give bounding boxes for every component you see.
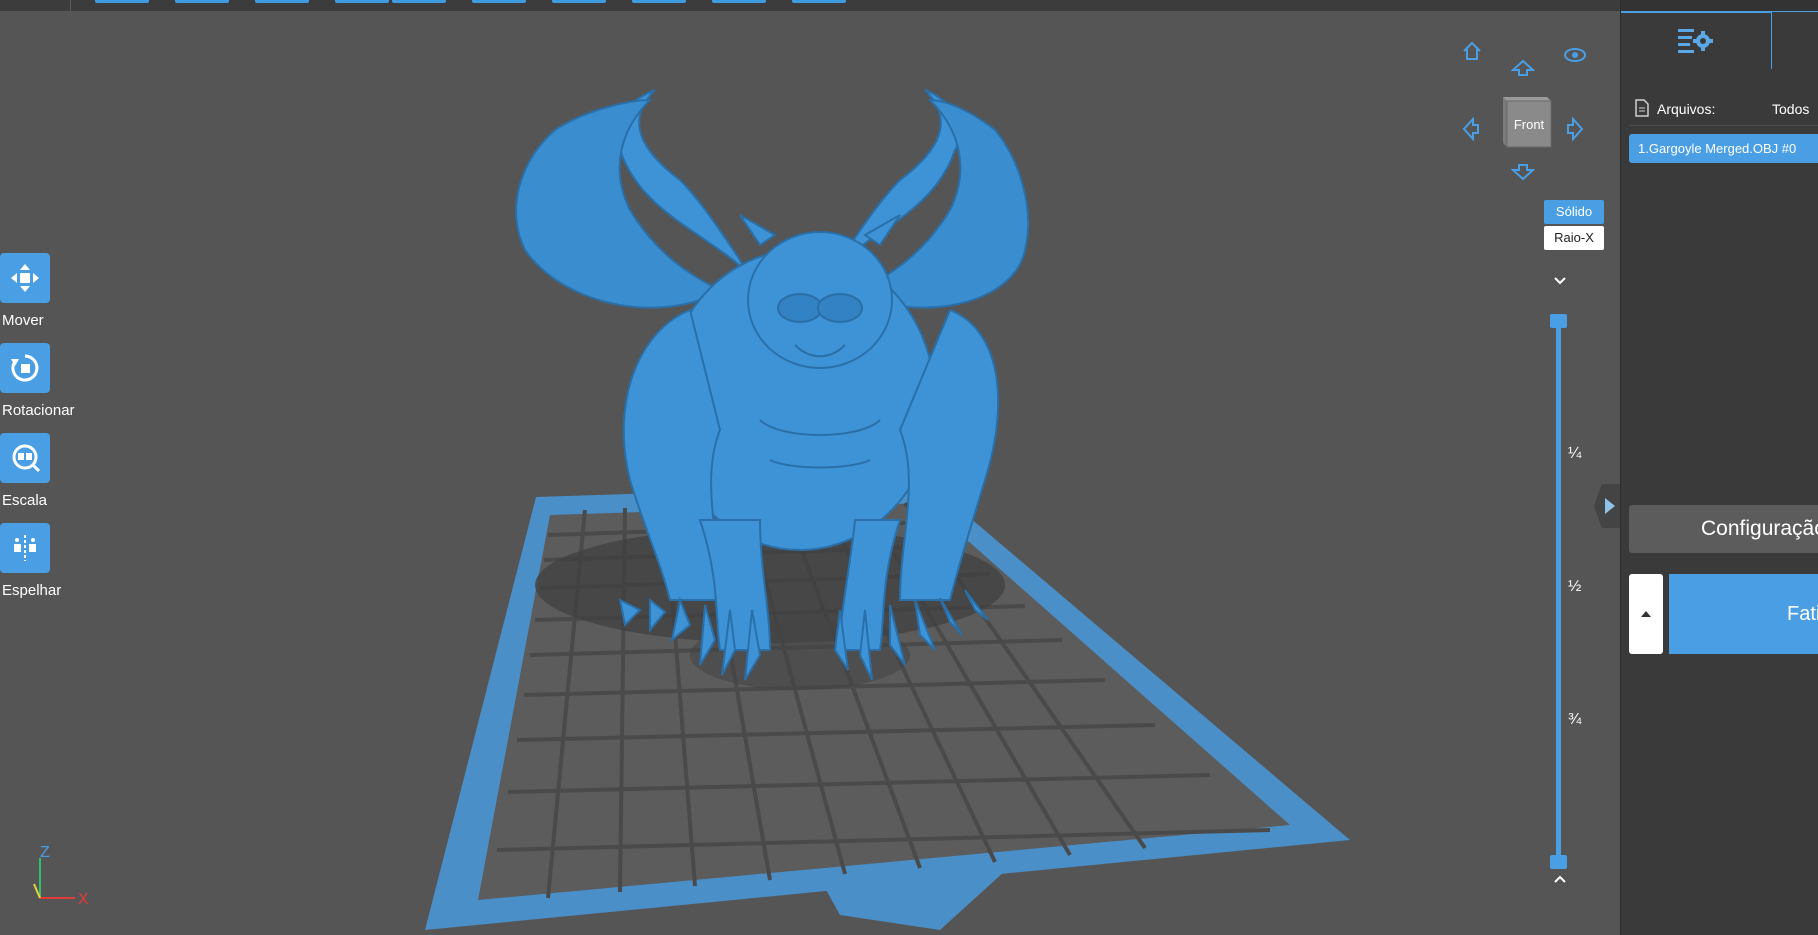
toolbar-tab[interactable] [175,0,229,3]
move-label: Mover [2,312,44,329]
layer-slider-bottom-handle[interactable] [1550,855,1567,869]
slider-tick-half: ½ [1568,578,1582,595]
eye-icon[interactable] [1563,46,1587,64]
file-list-item[interactable]: 1.Gargoyle Merged.OBJ #0 [1629,134,1818,163]
toolbar-separator [70,0,71,11]
view-up-arrow-icon[interactable] [1511,59,1535,77]
scene-canvas [425,89,1350,930]
slider-tick-three-quarter: ¾ [1568,711,1582,728]
move-icon [11,264,39,292]
rotate-label: Rotacionar [2,402,75,419]
divider [1629,125,1818,126]
mirror-button[interactable] [0,523,50,573]
nav-cube[interactable]: Front [1497,93,1553,151]
toolbar-tab[interactable] [95,0,149,3]
view-left-arrow-icon[interactable] [1462,117,1480,141]
panel-tab-strip [1621,0,1818,11]
scale-icon [12,444,41,473]
axis-x-label: X [78,891,89,906]
files-label: Arquivos: [1657,101,1716,117]
toolbar-tab[interactable] [392,0,446,3]
toolbar-tab[interactable] [552,0,606,3]
toolbar-tab[interactable] [712,0,766,3]
chevron-up-icon[interactable] [1552,873,1568,885]
layer-slider-track[interactable] [1556,321,1561,865]
toolbar-tab[interactable] [632,0,686,3]
rotate-button[interactable] [0,343,50,393]
slice-options-button[interactable] [1629,574,1663,654]
axis-z-label: Z [40,844,50,861]
scale-button[interactable] [0,433,50,483]
slider-tick-quarter: ¼ [1568,445,1582,462]
slice-button[interactable]: Fatiar [1669,574,1818,654]
mirror-label: Espelhar [2,582,62,599]
xray-view-button[interactable]: Raio-X [1544,226,1604,250]
home-icon[interactable] [1461,40,1483,62]
scale-label: Escala [2,492,48,509]
3d-viewport[interactable]: Mover Rotacionar Escala Espelhar Front S… [0,11,1620,935]
configuration-button[interactable]: Configuração [1629,505,1818,553]
tab-divider [1771,11,1818,12]
files-filter-dropdown[interactable]: Todos [1772,101,1809,117]
axis-gizmo: Z X [33,844,89,906]
layer-slider-top-handle[interactable] [1550,314,1567,328]
slice-button-group: Fatiar [1629,574,1818,654]
chevron-down-icon[interactable] [1552,275,1568,287]
toolbar-tab[interactable] [255,0,309,3]
toolbar-tab[interactable] [335,0,389,3]
file-icon [1635,99,1649,117]
mirror-icon [14,535,36,561]
settings-tab[interactable] [1621,11,1772,69]
triangle-up-icon [1641,611,1651,617]
solid-view-button[interactable]: Sólido [1544,200,1604,224]
toolbar-tab[interactable] [792,0,846,3]
right-panel: Arquivos: Todos 1.Gargoyle Merged.OBJ #0… [1620,0,1818,935]
move-button[interactable] [0,253,50,303]
toolbar-tab[interactable] [472,0,526,3]
view-down-arrow-icon[interactable] [1511,163,1535,181]
settings-list-icon [1678,29,1713,53]
rotate-icon [11,354,39,382]
cube-face-label: Front [1513,117,1545,132]
view-right-arrow-icon[interactable] [1566,117,1584,141]
